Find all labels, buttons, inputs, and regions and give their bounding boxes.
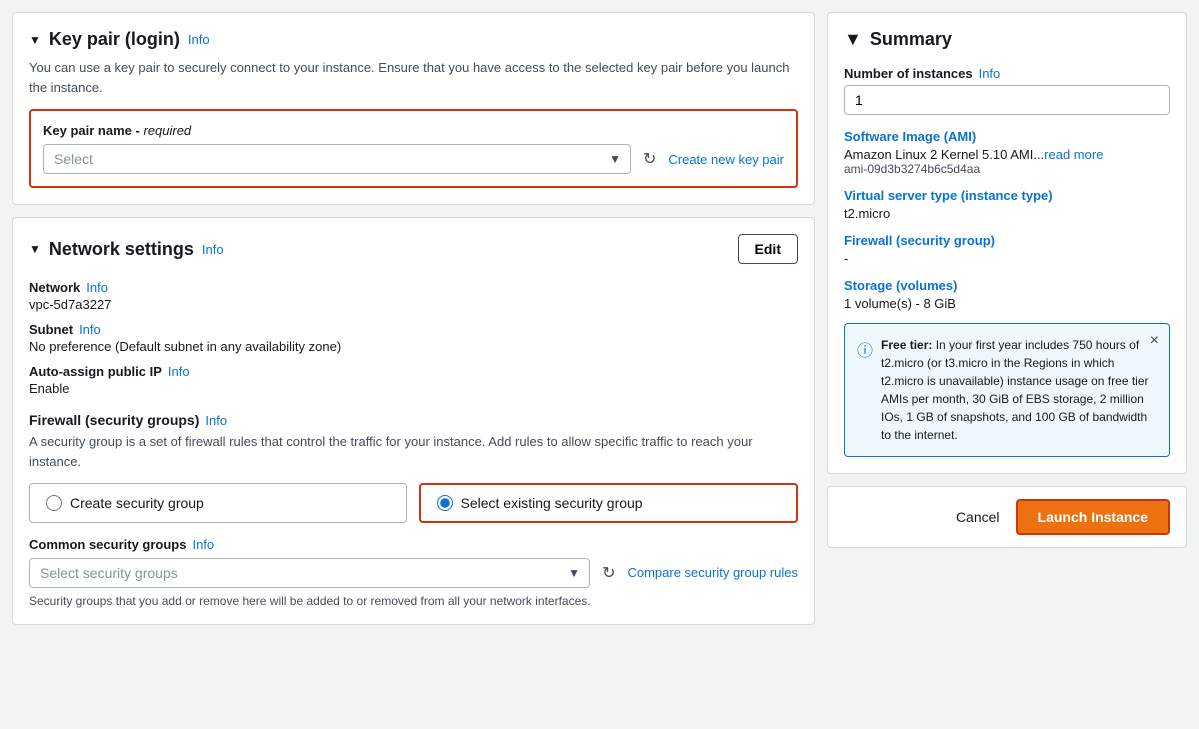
select-existing-sg-label: Select existing security group [461,495,643,511]
ami-value: Amazon Linux 2 Kernel 5.10 AMI...read mo… [844,147,1170,162]
network-section: ▼ Network settings Info Edit Network Inf… [12,217,815,625]
subnet-info[interactable]: Info [79,322,101,337]
keypair-select[interactable]: Select [43,144,631,174]
summary-card: ▼ Summary Number of instances Info Softw… [827,12,1187,474]
subnet-label: Subnet Info [29,322,798,337]
network-fields: Network Info vpc-5d7a3227 Subnet Info No… [29,280,798,396]
network-field-info[interactable]: Info [86,280,108,295]
auto-assign-label: Auto-assign public IP Info [29,364,798,379]
common-sg-label: Common security groups Info [29,537,798,552]
network-value: vpc-5d7a3227 [29,297,798,312]
network-field-group: Network Info vpc-5d7a3227 [29,280,798,312]
bottom-actions: Cancel Launch Instance [827,486,1187,548]
network-label: Network Info [29,280,798,295]
network-header: ▼ Network settings Info Edit [29,234,798,264]
instance-type-title: Virtual server type (instance type) [844,188,1170,203]
free-tier-box: × ⓘ Free tier: In your first year includ… [844,323,1170,457]
firewall-section: Firewall (security groups) Info A securi… [29,412,798,608]
ami-read-more[interactable]: read more [1044,147,1103,162]
storage-title: Storage (volumes) [844,278,1170,293]
summary-title-text: Summary [870,29,952,50]
ami-section: Software Image (AMI) Amazon Linux 2 Kern… [844,129,1170,176]
keypair-refresh-button[interactable]: ↻ [639,145,660,173]
network-edit-button[interactable]: Edit [738,234,798,264]
storage-value: 1 volume(s) - 8 GiB [844,296,1170,311]
instance-type-value: t2.micro [844,206,1170,221]
sg-select-row: Select security groups ▼ ↻ Compare secur… [29,558,798,588]
sg-select[interactable]: Select security groups [29,558,590,588]
firewall-summary-title: Firewall (security group) [844,233,1170,248]
firewall-info[interactable]: Info [205,413,227,428]
free-tier-close-button[interactable]: × [1150,332,1159,350]
free-tier-content: ⓘ Free tier: In your first year includes… [857,336,1157,444]
firewall-label: Firewall (security groups) Info [29,412,798,428]
keypair-title: ▼ Key pair (login) Info [29,29,798,50]
firewall-desc: A security group is a set of firewall ru… [29,432,798,471]
launch-instance-button[interactable]: Launch Instance [1016,499,1170,535]
instance-type-section: Virtual server type (instance type) t2.m… [844,188,1170,221]
keypair-title-text: Key pair (login) [49,29,180,50]
network-info-link[interactable]: Info [202,242,224,257]
sg-select-wrapper: Select security groups ▼ [29,558,590,588]
auto-assign-field-group: Auto-assign public IP Info Enable [29,364,798,396]
select-existing-sg-option[interactable]: Select existing security group [419,483,799,523]
keypair-field-label: Key pair name - required [43,123,784,138]
ami-title: Software Image (AMI) [844,129,1170,144]
ami-sub: ami-09d3b3274b6c5d4aa [844,162,1170,176]
create-sg-label: Create security group [70,495,204,511]
network-title-text: Network settings [49,239,194,260]
summary-title: ▼ Summary [844,29,1170,50]
keypair-description: You can use a key pair to securely conne… [29,58,798,97]
keypair-triangle: ▼ [29,33,41,47]
num-instances-info[interactable]: Info [979,66,1001,81]
network-triangle: ▼ [29,242,41,256]
sg-refresh-button[interactable]: ↻ [598,559,619,587]
keypair-select-row: Select ▼ ↻ Create new key pair [43,144,784,174]
num-instances-label: Number of instances Info [844,66,1170,81]
auto-assign-info[interactable]: Info [168,364,190,379]
free-tier-text: Free tier: In your first year includes 7… [881,336,1157,444]
cancel-button[interactable]: Cancel [956,509,1000,525]
firewall-summary-value: - [844,251,1170,266]
common-sg-info[interactable]: Info [192,537,214,552]
auto-assign-value: Enable [29,381,798,396]
create-key-pair-link[interactable]: Create new key pair [668,152,784,167]
storage-section: Storage (volumes) 1 volume(s) - 8 GiB [844,278,1170,311]
create-sg-radio[interactable] [46,495,62,511]
subnet-value: No preference (Default subnet in any ava… [29,339,798,354]
sg-note: Security groups that you add or remove h… [29,594,798,608]
compare-sg-rules-link[interactable]: Compare security group rules [627,565,798,582]
create-sg-option[interactable]: Create security group [29,483,407,523]
free-tier-icon: ⓘ [857,337,873,444]
security-group-radio-group: Create security group Select existing se… [29,483,798,523]
subnet-field-group: Subnet Info No preference (Default subne… [29,322,798,354]
keypair-section: ▼ Key pair (login) Info You can use a ke… [12,12,815,205]
keypair-select-wrapper: Select ▼ [43,144,631,174]
firewall-summary-section: Firewall (security group) - [844,233,1170,266]
select-existing-sg-radio[interactable] [437,495,453,511]
keypair-box: Key pair name - required Select ▼ ↻ Crea… [29,109,798,188]
keypair-info-link[interactable]: Info [188,32,210,47]
num-instances-input[interactable] [844,85,1170,115]
summary-triangle: ▼ [844,29,862,50]
network-title: ▼ Network settings Info [29,239,224,260]
